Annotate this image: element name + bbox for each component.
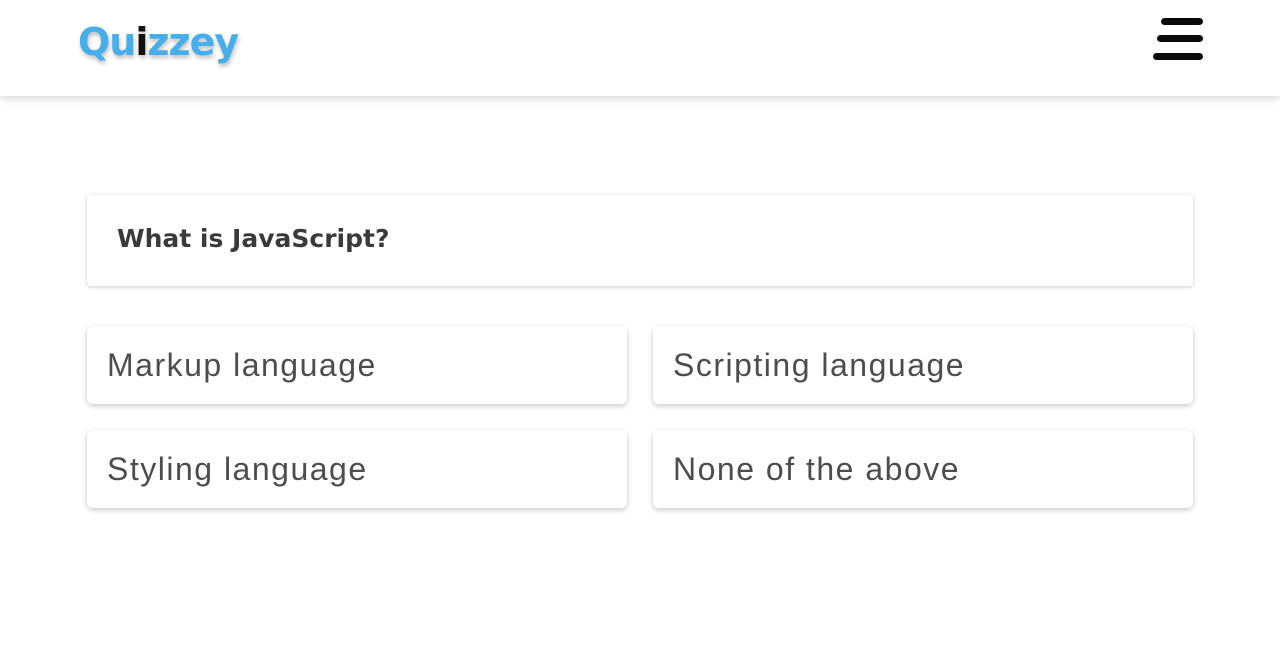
answer-option-1[interactable]: Markup language	[87, 326, 627, 404]
menu-bar-middle	[1157, 35, 1203, 42]
navbar: Quizzey	[0, 0, 1280, 96]
answer-option-label: None of the above	[673, 451, 961, 487]
question-text: What is JavaScript?	[117, 224, 390, 253]
menu-bar-top	[1161, 18, 1203, 25]
answer-option-4[interactable]: None of the above	[653, 430, 1193, 508]
question-card: What is JavaScript?	[87, 195, 1193, 286]
answer-option-label: Markup language	[107, 347, 377, 383]
answer-option-2[interactable]: Scripting language	[653, 326, 1193, 404]
logo-part-zzey: zzey	[147, 20, 239, 64]
answer-option-3[interactable]: Styling language	[87, 430, 627, 508]
logo-part-i: i	[135, 20, 148, 64]
menu-bar-bottom	[1153, 53, 1203, 60]
logo-part-qu: Qu	[78, 20, 136, 64]
answer-option-label: Scripting language	[673, 347, 966, 383]
logo[interactable]: Quizzey	[78, 18, 239, 66]
hamburger-menu-icon[interactable]	[1150, 16, 1206, 66]
answer-option-label: Styling language	[107, 451, 368, 487]
